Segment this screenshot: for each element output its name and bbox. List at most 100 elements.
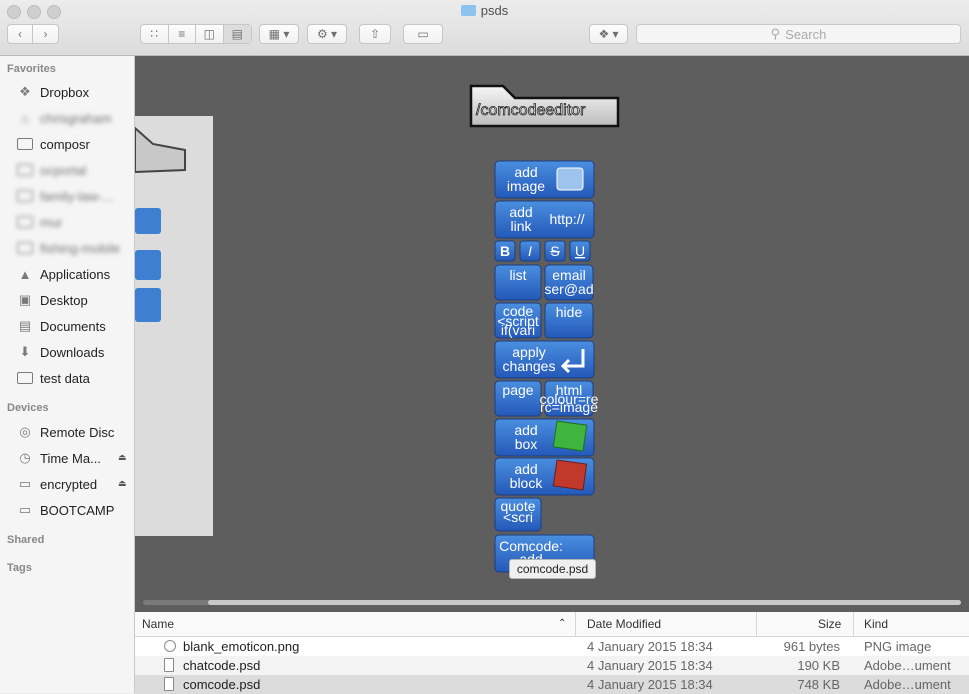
action-button[interactable]: ⚙ ▾ [307, 24, 347, 44]
dropbox-icon: ❖ ▾ [598, 27, 619, 41]
folder-label-text: /comcodeeditor [476, 102, 586, 119]
sidebar-item-label: composr [40, 136, 90, 152]
comcode-psd-preview: /comcodeeditor add image add link http:/… [469, 84, 620, 573]
column-divider [853, 612, 854, 636]
sidebar-item-composr[interactable]: composr [16, 135, 90, 153]
column-view-icon: ◫ [203, 27, 215, 41]
chevron-left-icon: ‹ [18, 27, 22, 41]
folder-icon [460, 5, 476, 16]
sidebar-item-home[interactable]: ⌂ chrisgraham [16, 109, 112, 127]
list-view-icon: ≡ [178, 27, 186, 41]
image-icon [556, 167, 584, 191]
sidebar-item-family-law[interactable]: family-law-... [16, 187, 113, 205]
disc-icon: ◎ [19, 424, 31, 439]
file-name-tooltip: comcode.psd [509, 559, 596, 579]
table-row-selected[interactable]: comcode.psd 4 January 2015 18:34 748 KB … [135, 675, 969, 694]
hide-label: hide [556, 304, 583, 320]
html-line3: rc=image [540, 399, 598, 415]
tags-heading: Tags [7, 562, 32, 574]
sidebar-item-label: Desktop [40, 292, 88, 308]
eject-icon[interactable]: ⏏ [118, 452, 127, 463]
cover-flow-button[interactable]: ▤ [223, 25, 251, 43]
file-date: 4 January 2015 18:34 [587, 677, 713, 692]
file-list: Name ⌃ Date Modified Size Kind blank_emo… [135, 612, 969, 694]
email-line2: ser@ad [544, 281, 593, 297]
add-link-line2: link [510, 218, 532, 234]
column-header-name[interactable]: Name [142, 617, 174, 631]
sidebar-item-fishing-mobile[interactable]: fishing-mobile [16, 239, 120, 257]
column-header-kind[interactable]: Kind [864, 617, 888, 631]
sidebar-item-time-machine[interactable]: ◷ Time Ma... [16, 449, 101, 467]
sidebar-item-label: chrisgraham [40, 110, 112, 126]
table-row[interactable]: blank_emoticon.png 4 January 2015 18:34 … [135, 637, 969, 656]
sidebar-item-downloads[interactable]: ⬇ Downloads [16, 343, 105, 361]
folder-icon [16, 136, 34, 152]
page-label: page [502, 382, 533, 398]
sidebar-item-dropbox[interactable]: ❖ Dropbox [16, 83, 89, 101]
red-block-icon [552, 459, 588, 491]
icon-view-icon: ∷ [150, 27, 159, 41]
window-title-text: psds [480, 3, 509, 18]
sidebar-item-documents[interactable]: ▤ Documents [16, 317, 106, 335]
column-header-date[interactable]: Date Modified [587, 617, 661, 631]
file-date: 4 January 2015 18:34 [587, 639, 713, 654]
folder-icon [16, 214, 34, 230]
window-title: psds [0, 3, 969, 18]
sidebar-item-applications[interactable]: ▲ Applications [16, 265, 111, 283]
file-size: 748 KB [797, 677, 840, 692]
icon-view-button[interactable]: ∷ [141, 25, 169, 43]
devices-heading: Devices [7, 402, 49, 414]
chevron-right-icon: › [43, 27, 48, 41]
search-placeholder: Search [785, 26, 827, 42]
image-file-icon [164, 640, 176, 652]
arrange-button[interactable]: ▦ ▾ [259, 24, 299, 44]
back-button[interactable]: ‹ [8, 25, 34, 43]
documents-icon: ▤ [18, 318, 32, 333]
column-view-button[interactable]: ◫ [196, 25, 224, 43]
list-view-button[interactable]: ≡ [169, 25, 196, 43]
sidebar-item-desktop[interactable]: ▣ Desktop [16, 291, 88, 309]
sidebar-item-ocportal[interactable]: ocportal [16, 161, 86, 179]
desktop-icon: ▣ [18, 292, 32, 307]
sidebar-item-label: BOOTCAMP [40, 502, 115, 518]
underline-glyph: U [575, 243, 585, 259]
applications-icon: ▲ [18, 266, 32, 282]
sidebar-item-test-data[interactable]: test data [16, 369, 90, 387]
search-input[interactable]: ⚲ Search [636, 24, 961, 44]
list-header: Name ⌃ Date Modified Size Kind [135, 612, 969, 637]
sidebar-item-encrypted[interactable]: ▭ encrypted [16, 475, 97, 493]
list-label: list [509, 267, 526, 283]
quote-line2: <scri [503, 509, 533, 525]
dropbox-menu-button[interactable]: ❖ ▾ [589, 24, 628, 44]
folder-icon [16, 162, 34, 178]
column-header-size[interactable]: Size [818, 617, 841, 631]
share-icon: ⇧ [369, 27, 381, 41]
cover-flow-preview[interactable]: /comcodeeditor add image add link http:/… [135, 56, 969, 612]
favorites-heading: Favorites [7, 63, 56, 75]
table-row[interactable]: chatcode.psd 4 January 2015 18:34 190 KB… [135, 656, 969, 675]
search-icon: ⚲ [770, 26, 781, 41]
forward-button[interactable]: › [33, 25, 58, 43]
drive-icon: ▭ [18, 502, 32, 517]
sidebar-item-remote-disc[interactable]: ◎ Remote Disc [16, 423, 114, 441]
code-line3: if(vari [501, 322, 535, 338]
sidebar-item-label: ocportal [40, 162, 87, 178]
tag-button[interactable]: ▭ [403, 24, 443, 44]
file-size: 961 bytes [783, 639, 840, 654]
share-button[interactable]: ⇧ [359, 24, 391, 44]
folder-icon [16, 188, 34, 204]
bold-glyph: B [500, 243, 510, 259]
view-mode-control: ∷ ≡ ◫ ▤ [140, 24, 252, 44]
sidebar-item-mur[interactable]: mur [16, 213, 62, 231]
sidebar-item-label: Documents [40, 318, 106, 334]
sidebar-item-bootcamp[interactable]: ▭ BOOTCAMP [16, 501, 115, 519]
drive-icon: ▭ [18, 476, 32, 491]
horizontal-scrollbar-thumb[interactable] [208, 600, 961, 605]
sidebar-item-label: encrypted [40, 476, 98, 492]
eject-icon[interactable]: ⏏ [118, 478, 127, 489]
sidebar-item-label: mur [40, 214, 63, 230]
italic-glyph: I [528, 243, 532, 259]
sidebar-item-label: Remote Disc [40, 424, 115, 440]
add-block-line2: block [510, 475, 544, 491]
back-forward-control: ‹ › [7, 24, 59, 44]
